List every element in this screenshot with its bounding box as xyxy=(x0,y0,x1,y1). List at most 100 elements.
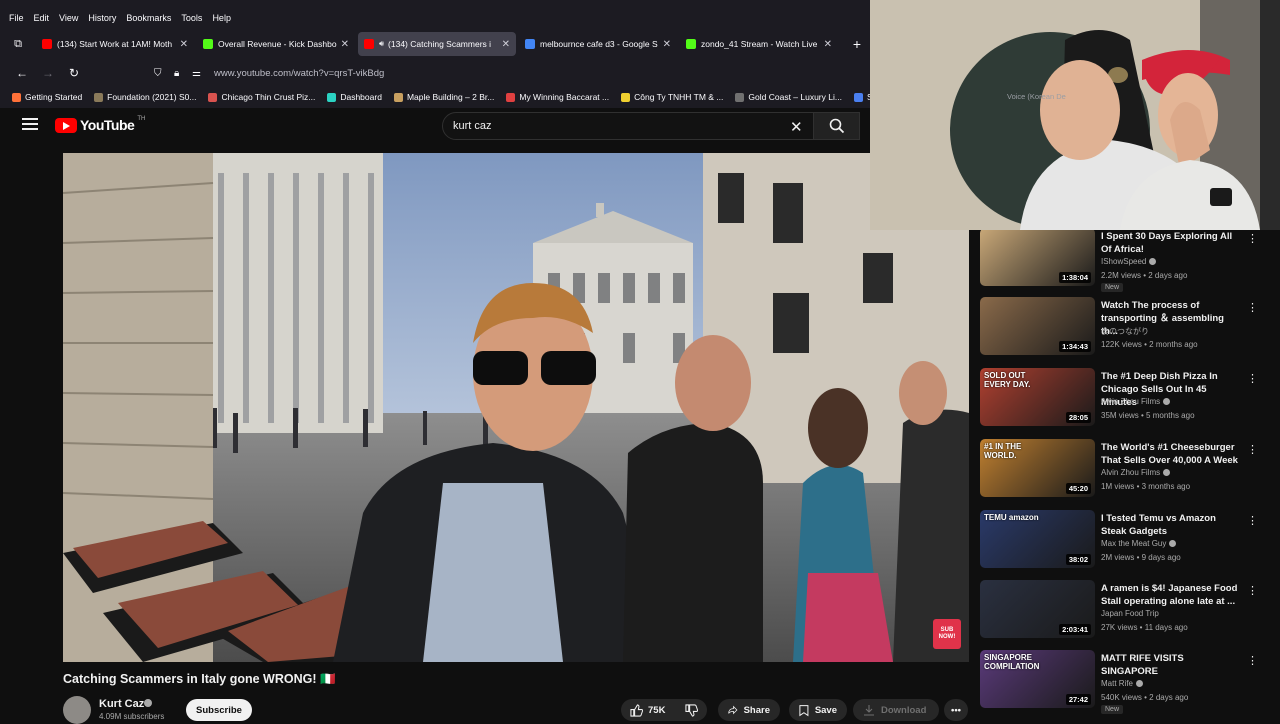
recommendation-meta: 27K views • 11 days ago xyxy=(1101,623,1188,632)
browser-tab[interactable]: Overall Revenue - Kick Dashbo ✕ xyxy=(197,32,355,56)
more-options-icon[interactable]: ⋮ xyxy=(1247,584,1258,597)
bookmark-item[interactable]: Sign in · Dre xyxy=(853,92,870,102)
bookmark-item[interactable]: My Winning Baccarat ... xyxy=(506,92,609,102)
bookmark-item[interactable]: Getting Started xyxy=(12,92,82,102)
video-player[interactable]: SUB NOW! xyxy=(63,153,969,662)
like-dislike-group: 75K xyxy=(621,699,707,721)
download-button[interactable]: Download xyxy=(853,699,939,721)
clear-search-icon[interactable]: ✕ xyxy=(790,118,803,136)
verified-icon xyxy=(144,699,152,707)
tab-list-icon[interactable]: ⧉ xyxy=(0,31,36,57)
browser-tab[interactable]: zondo_41 Stream - Watch Live ✕ xyxy=(680,32,838,56)
recommendation-item[interactable]: #1 IN THE WORLD. 45:20 The World's #1 Chee… xyxy=(975,439,1275,505)
reload-button[interactable]: ↻ xyxy=(62,61,86,85)
recommendation-title[interactable]: I Tested Temu vs Amazon Steak Gadgets xyxy=(1101,512,1241,538)
recommendation-channel[interactable]: Matt Rife xyxy=(1101,679,1144,688)
speaker-icon[interactable]: 🔊︎ xyxy=(379,39,384,49)
browser-tab[interactable]: 🔊︎ (134) Catching Scammers i ✕ xyxy=(358,32,516,56)
video-thumbnail[interactable]: SINGAPORE COMPILATION 27:42 xyxy=(980,650,1095,708)
browser-tab[interactable]: (134) Start Work at 1AM! Moth ✕ xyxy=(36,32,194,56)
bookmark-label: Foundation (2021) S0... xyxy=(107,92,197,102)
video-thumbnail[interactable]: 1:38:04 xyxy=(980,228,1095,286)
bookmark-item[interactable]: Gold Coast – Luxury Li... xyxy=(735,92,842,102)
more-actions-button[interactable]: ••• xyxy=(944,699,968,721)
menu-view[interactable]: View xyxy=(59,13,78,23)
video-thumbnail[interactable]: TEMU amazon 38:02 xyxy=(980,510,1095,568)
search-input[interactable] xyxy=(442,112,814,140)
recommendation-channel[interactable]: Alvin Zhou Films xyxy=(1101,468,1171,477)
bookmark-favicon-icon xyxy=(621,92,631,102)
recommendation-item[interactable]: 2:03:41 A ramen is $4! Japanese Food Stal… xyxy=(975,580,1275,646)
close-tab-icon[interactable]: ✕ xyxy=(180,39,188,50)
verified-icon xyxy=(1149,258,1157,265)
more-options-icon[interactable]: ⋮ xyxy=(1247,654,1258,667)
tab-bar: ⧉ (134) Start Work at 1AM! Moth ✕ Overall … xyxy=(0,31,870,57)
menu-icon[interactable] xyxy=(22,118,38,132)
recommendation-title[interactable]: MATT RIFE VISITS SINGAPORE xyxy=(1101,652,1241,678)
bookmark-item[interactable]: Chicago Thin Crust Piz... xyxy=(208,92,315,102)
bookmark-item[interactable]: Maple Building – 2 Br... xyxy=(393,92,494,102)
menu-file[interactable]: File xyxy=(9,13,24,23)
permissions-icon[interactable]: ⚌ xyxy=(192,68,201,79)
shield-icon[interactable]: ⛉ xyxy=(154,68,162,79)
recommendation-title[interactable]: A ramen is $4! Japanese Food Stall opera… xyxy=(1101,582,1241,608)
recommendation-item[interactable]: 1:34:43 Watch The process of transporting… xyxy=(975,297,1275,363)
menu-history[interactable]: History xyxy=(88,13,116,23)
webcam-feed xyxy=(870,0,1280,230)
recommendation-item[interactable]: TEMU amazon 38:02 I Tested Temu vs Amazon … xyxy=(975,510,1275,576)
thumbs-up-icon xyxy=(630,703,643,717)
duration-badge: 2:03:41 xyxy=(1059,624,1091,635)
more-options-icon[interactable]: ⋮ xyxy=(1247,372,1258,385)
recommendation-meta: 540K views • 2 days ago xyxy=(1101,693,1189,702)
bookmark-label: My Winning Baccarat ... xyxy=(519,92,610,102)
recommendation-channel[interactable]: 食のつながり xyxy=(1101,326,1149,337)
bookmark-item[interactable]: Foundation (2021) S0... xyxy=(94,92,196,102)
recommendation-channel[interactable]: Max the Meat Guy xyxy=(1101,539,1177,548)
recommendation-title[interactable]: I Spent 30 Days Exploring All Of Africa! xyxy=(1101,230,1241,256)
save-button[interactable]: Save xyxy=(789,699,847,721)
new-tab-button[interactable]: + xyxy=(847,34,867,54)
search-button[interactable] xyxy=(814,112,860,140)
close-tab-icon[interactable]: ✕ xyxy=(502,39,510,50)
more-options-icon[interactable]: ⋮ xyxy=(1247,232,1258,245)
channel-name: 食のつながり xyxy=(1101,327,1149,336)
close-tab-icon[interactable]: ✕ xyxy=(341,39,349,50)
more-options-icon[interactable]: ⋮ xyxy=(1247,514,1258,527)
lock-icon[interactable]: 🔒︎ xyxy=(174,68,179,79)
channel-name[interactable]: Kurt Caz xyxy=(99,698,144,710)
browser-tab[interactable]: melbournce cafe d3 - Google S ✕ xyxy=(519,32,677,56)
bookmark-item[interactable]: Công Ty TNHH TM & ... xyxy=(621,92,723,102)
subscribe-button[interactable]: Subscribe xyxy=(186,699,252,721)
recommendation-item[interactable]: SOLD OUT EVERY DAY. 28:05 The #1 Deep Dish… xyxy=(975,368,1275,434)
share-button[interactable]: Share xyxy=(718,699,780,721)
dislike-button[interactable] xyxy=(685,703,699,717)
back-button[interactable]: ← xyxy=(10,61,34,85)
close-tab-icon[interactable]: ✕ xyxy=(663,39,671,50)
like-button[interactable]: 75K xyxy=(630,703,665,717)
video-thumbnail[interactable]: 1:34:43 xyxy=(980,297,1095,355)
more-options-icon[interactable]: ⋮ xyxy=(1247,443,1258,456)
recommendation-channel[interactable]: Japan Food Trip xyxy=(1101,609,1159,618)
more-options-icon[interactable]: ⋮ xyxy=(1247,301,1258,314)
video-thumbnail[interactable]: SOLD OUT EVERY DAY. 28:05 xyxy=(980,368,1095,426)
forward-button[interactable]: → xyxy=(36,61,60,85)
channel-name: Alvin Zhou Films xyxy=(1101,397,1161,406)
recommendation-title[interactable]: The World's #1 Cheeseburger That Sells O… xyxy=(1101,441,1241,467)
recommendation-item[interactable]: 1:38:04 I Spent 30 Days Exploring All Of … xyxy=(975,228,1275,294)
bookmark-label: Getting Started xyxy=(25,92,83,102)
menu-bookmarks[interactable]: Bookmarks xyxy=(126,13,171,23)
youtube-logo[interactable]: YouTube TH xyxy=(55,116,145,133)
close-tab-icon[interactable]: ✕ xyxy=(824,39,832,50)
recommendation-item[interactable]: SINGAPORE COMPILATION 27:42 MATT RIFE VISI… xyxy=(975,650,1275,716)
menu-help[interactable]: Help xyxy=(212,13,231,23)
video-thumbnail[interactable]: #1 IN THE WORLD. 45:20 xyxy=(980,439,1095,497)
menu-tools[interactable]: Tools xyxy=(181,13,202,23)
recommendation-channel[interactable]: Alvin Zhou Films xyxy=(1101,397,1171,406)
recommendation-meta: 2M views • 9 days ago xyxy=(1101,553,1181,562)
url-bar[interactable]: ⛉ 🔒︎ ⚌ www.youtube.com/watch?v=qrsT-vikB… xyxy=(154,61,838,85)
recommendation-channel[interactable]: IShowSpeed xyxy=(1101,257,1157,266)
bookmark-item[interactable]: Dashboard xyxy=(327,92,382,102)
video-thumbnail[interactable]: 2:03:41 xyxy=(980,580,1095,638)
menu-edit[interactable]: Edit xyxy=(34,13,50,23)
subscribe-overlay[interactable]: SUB NOW! xyxy=(933,619,961,649)
